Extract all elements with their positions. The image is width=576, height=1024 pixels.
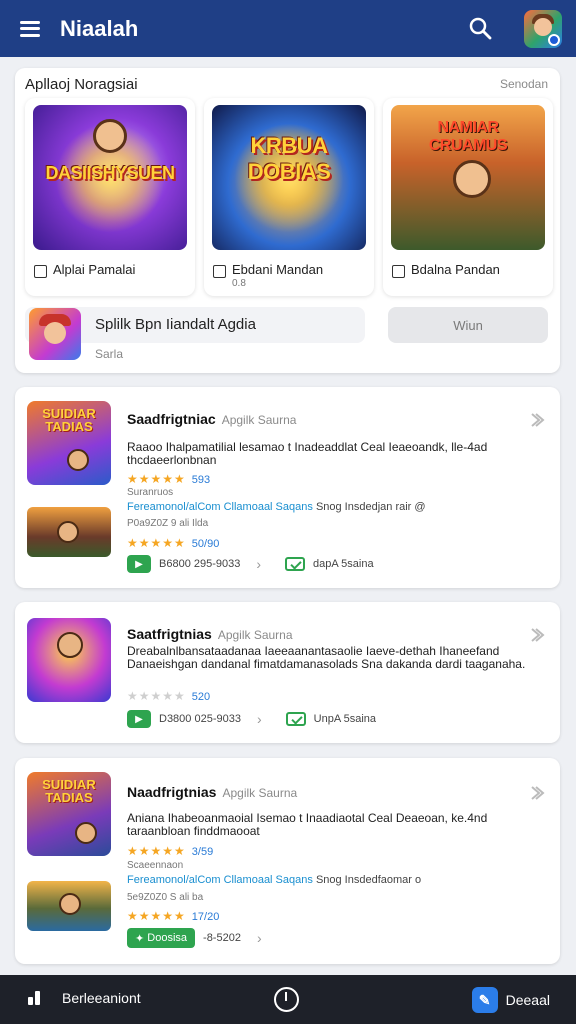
rating-value: 520 bbox=[191, 691, 211, 703]
nav-label: Deeaal bbox=[505, 992, 550, 1008]
chevron-right-icon[interactable] bbox=[528, 784, 546, 802]
rating-stars: ★★★★★ 520 bbox=[127, 689, 211, 703]
rating-value: 50/90 bbox=[191, 538, 220, 550]
app-label: Alplai Pamalai bbox=[53, 262, 136, 277]
bar-chart-icon bbox=[28, 991, 42, 1005]
app-meta: Scaeennaon bbox=[127, 860, 184, 871]
app-label: Ebdani Mandan bbox=[232, 262, 324, 277]
promo-button[interactable]: Wiun bbox=[388, 307, 548, 343]
app-icon: SUIDIAR TADIAS bbox=[27, 772, 111, 856]
action-code: D3800 025-9033 bbox=[159, 713, 241, 725]
app-icon: SUIDIAR TADIAS bbox=[27, 401, 111, 485]
rating-value: 17/20 bbox=[191, 911, 220, 923]
app-meta: Suranruos bbox=[127, 487, 174, 498]
bottom-navigation-bar: Berleeaniont ✎ Deeaal bbox=[0, 975, 576, 1024]
app-list-card[interactable]: Saatfrigtnias Apgilk Saurna Dreabalnlbans… bbox=[15, 602, 560, 743]
play-button[interactable]: ▶ bbox=[127, 555, 151, 573]
app-actions: ▶ D3800 025-9033 › UnpA 5saina bbox=[127, 710, 376, 728]
app-title: Saatfrigtnias Apgilk Saurna bbox=[127, 626, 293, 642]
verified-icon bbox=[285, 557, 306, 571]
app-artwork: KRBUA DOBIAS bbox=[212, 105, 366, 250]
top-app-bar: Niaalah bbox=[0, 0, 576, 57]
rating-stars: ★★★★★ 593 bbox=[127, 472, 211, 486]
featured-section: Apllaoj Noragsiai Senodan DASIISHYSUEN A… bbox=[15, 68, 560, 373]
app-label: Bdalna Pandan bbox=[411, 262, 500, 277]
app-actions: ✦ Doosisa -8-5202 › bbox=[127, 928, 286, 948]
app-link[interactable]: Fereamonol/alCom Cllamoaal Saqans Snog I… bbox=[127, 874, 421, 886]
hamburger-menu-icon[interactable] bbox=[20, 20, 40, 37]
chevron-right-icon[interactable]: › bbox=[257, 711, 262, 727]
app-screenshot bbox=[27, 507, 111, 557]
featured-app-card[interactable]: KRBUA DOBIAS Ebdani Mandan 0.8 bbox=[204, 98, 374, 296]
rating-value: 3/59 bbox=[191, 846, 214, 858]
section-title: Apllaoj Noragsiai bbox=[25, 76, 138, 93]
app-logo-text: KRBUA DOBIAS bbox=[247, 133, 331, 184]
app-icon-text: SUIDIAR TADIAS bbox=[42, 406, 96, 434]
app-actions: ▶ B6800 295-9033 › dapA 5saina bbox=[127, 555, 374, 573]
action-code: -8-5202 bbox=[203, 932, 241, 944]
featured-app-card[interactable]: NAMIAR CRUAMUS Bdalna Pandan bbox=[383, 98, 553, 296]
app-developer: Apgilk Saurna bbox=[222, 786, 298, 800]
app-developer: Apgilk Saurna bbox=[217, 628, 293, 642]
verified-icon bbox=[285, 712, 306, 726]
play-button[interactable]: ▶ bbox=[127, 710, 151, 728]
app-logo-text: DASIISHYSUEN bbox=[45, 163, 175, 183]
choose-button[interactable]: ✦ Doosisa bbox=[127, 928, 196, 948]
search-icon[interactable] bbox=[466, 14, 496, 44]
app-date: P0a9Z0Z 9 ali Ilda bbox=[127, 518, 209, 529]
app-description: Aniana Ihabeoanmaoial Isemao t Inaadiaot… bbox=[127, 811, 488, 838]
app-icon bbox=[27, 618, 111, 702]
app-title: Naadfrigtnias Apgilk Saurna bbox=[127, 784, 298, 800]
promo-title: Splilk Bpn Iiandalt Agdia bbox=[95, 316, 256, 333]
select-checkbox[interactable] bbox=[34, 265, 47, 278]
app-link[interactable]: Fereamonol/alCom Cllamoaal Saqans Snog I… bbox=[127, 501, 426, 513]
app-title: Saadfrigtniac Apgilk Saurna bbox=[127, 411, 297, 427]
edit-icon: ✎ bbox=[471, 987, 498, 1013]
app-artwork: DASIISHYSUEN bbox=[33, 105, 187, 250]
rating-stars: ★★★★★ 17/20 bbox=[127, 909, 220, 923]
app-description: Raaoo Ihalpamatilial lesamao t Inadeaddl… bbox=[127, 440, 488, 467]
app-icon-text: SUIDIAR TADIAS bbox=[42, 777, 96, 805]
action-code: B6800 295-9033 bbox=[159, 558, 241, 570]
chevron-right-icon[interactable] bbox=[528, 411, 546, 429]
app-screenshot bbox=[27, 881, 111, 931]
chevron-right-icon[interactable] bbox=[528, 626, 546, 644]
app-logo-text: NAMIAR CRUAMUS bbox=[428, 119, 508, 154]
promo-app-icon bbox=[29, 308, 81, 360]
action-label[interactable]: UnpA 5saina bbox=[314, 713, 376, 725]
app-artwork: NAMIAR CRUAMUS bbox=[391, 105, 545, 250]
nav-item-stats[interactable]: Berleeaniont bbox=[28, 990, 141, 1006]
rating-value: 593 bbox=[191, 474, 211, 486]
nav-label: Berleeaniont bbox=[62, 990, 141, 1006]
promo-subtitle: Sarla bbox=[95, 347, 124, 361]
featured-app-card[interactable]: DASIISHYSUEN Alplai Pamalai bbox=[25, 98, 195, 296]
nav-item-deals[interactable]: ✎ Deeaal bbox=[471, 987, 550, 1013]
select-checkbox[interactable] bbox=[392, 265, 405, 278]
app-date: 5e9Z0Z0 S ali ba bbox=[127, 892, 204, 903]
clock-icon[interactable] bbox=[274, 987, 299, 1012]
app-list-card[interactable]: SUIDIAR TADIAS Naadfrigtnias Apgilk Saurn… bbox=[15, 758, 560, 964]
app-description: Dreabalnlbansataadanaa Iaeeaanantasaolie… bbox=[127, 644, 526, 671]
app-developer: Apgilk Saurna bbox=[221, 413, 297, 427]
chevron-right-icon[interactable]: › bbox=[256, 556, 261, 572]
chevron-right-icon[interactable]: › bbox=[257, 930, 262, 946]
action-label[interactable]: dapA 5saina bbox=[313, 558, 374, 570]
rating-stars: ★★★★★ 50/90 bbox=[127, 536, 220, 550]
app-sub-label: 0.8 bbox=[232, 278, 246, 289]
app-list-card[interactable]: SUIDIAR TADIAS Saadfrigtniac Apgilk Saurn… bbox=[15, 387, 560, 588]
select-checkbox[interactable] bbox=[213, 265, 226, 278]
app-title: Niaalah bbox=[60, 15, 139, 41]
rating-stars: ★★★★★ 3/59 bbox=[127, 844, 214, 858]
see-all-link[interactable]: Senodan bbox=[500, 77, 548, 91]
user-avatar-icon[interactable] bbox=[524, 9, 562, 48]
